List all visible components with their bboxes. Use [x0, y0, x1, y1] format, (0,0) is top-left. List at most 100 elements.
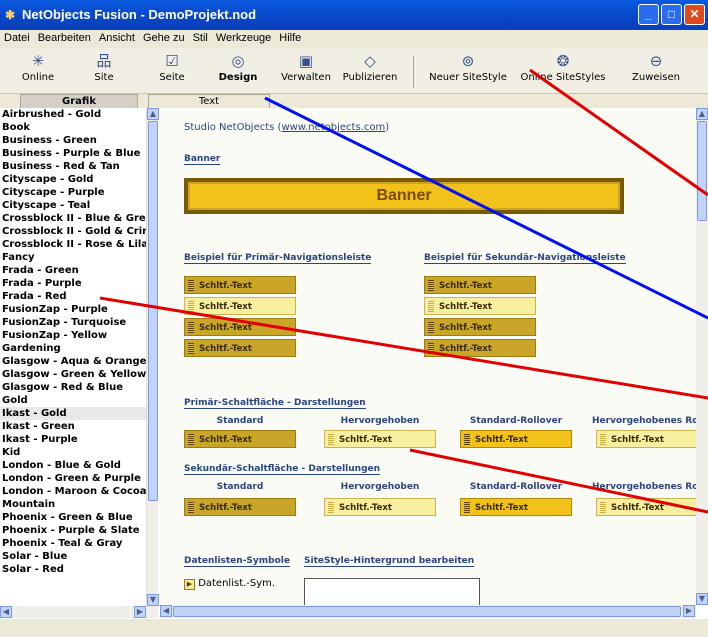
scroll-left-icon[interactable]: ◀: [160, 605, 172, 617]
palette-icon: ◎: [231, 52, 245, 70]
style-list-item[interactable]: Gardening: [0, 342, 146, 355]
online-button[interactable]: ✳ Online: [8, 50, 68, 83]
maximize-button[interactable]: □: [661, 4, 682, 25]
scroll-down-icon[interactable]: ▼: [147, 594, 159, 606]
secondary-states-heading: Sekundär-Schaltfläche - Darstellungen: [184, 464, 381, 475]
style-list-item[interactable]: Airbrushed - Gold: [0, 108, 146, 121]
style-list-item[interactable]: Frada - Red: [0, 290, 146, 303]
style-list-item[interactable]: Mountain: [0, 498, 146, 511]
style-list-item[interactable]: Ikast - Gold: [0, 407, 146, 420]
minimize-button[interactable]: _: [638, 4, 659, 25]
style-list-item[interactable]: London - Blue & Gold: [0, 459, 146, 472]
primary-nav-button[interactable]: Schltf.-Text: [184, 339, 296, 357]
menu-gehe-zu[interactable]: Gehe zu: [139, 30, 189, 46]
primary-standard-button[interactable]: Schltf.-Text: [184, 430, 296, 448]
style-list-item[interactable]: Glasgow - Green & Yellow: [0, 368, 146, 381]
style-list-item[interactable]: Crossblock II - Gold & Crimson: [0, 225, 146, 238]
secondary-standard-button[interactable]: Schltf.-Text: [184, 498, 296, 516]
neuer-sitestyle-button[interactable]: ⊚ Neuer SiteStyle: [428, 50, 508, 83]
status-bar: [0, 618, 708, 637]
secondary-nav-button[interactable]: Schltf.-Text: [424, 318, 536, 336]
list-scroll-thumb[interactable]: [148, 121, 158, 501]
banner-sample[interactable]: Banner: [184, 178, 624, 214]
style-list-item[interactable]: Ikast - Green: [0, 420, 146, 433]
menu-werkzeuge[interactable]: Werkzeuge: [212, 30, 275, 46]
scroll-down-icon[interactable]: ▼: [696, 593, 708, 605]
style-list-item[interactable]: London - Green & Purple: [0, 472, 146, 485]
list-vertical-scrollbar[interactable]: ▲ ▼: [146, 108, 159, 606]
secondary-nav-button[interactable]: Schltf.-Text: [424, 297, 536, 315]
style-list-item[interactable]: Gold: [0, 394, 146, 407]
style-list-item[interactable]: Solar - Blue: [0, 550, 146, 563]
style-list-item[interactable]: Phoenix - Green & Blue: [0, 511, 146, 524]
preview-scroll-thumb[interactable]: [697, 121, 707, 221]
menu-hilfe[interactable]: Hilfe: [275, 30, 305, 46]
style-list-item[interactable]: Frada - Purple: [0, 277, 146, 290]
style-list-item[interactable]: Book: [0, 121, 146, 134]
list-horizontal-scrollbar[interactable]: ◀ ▶: [0, 606, 158, 618]
style-list-item[interactable]: Business - Green: [0, 134, 146, 147]
publizieren-button[interactable]: ◇ Publizieren: [338, 50, 402, 83]
background-preview-box[interactable]: [304, 578, 480, 605]
studio-link[interactable]: www.netobjects.com: [281, 122, 385, 133]
primary-nav-button[interactable]: Schltf.-Text: [184, 297, 296, 315]
design-button[interactable]: ◎ Design: [208, 50, 268, 83]
style-list-item[interactable]: FusionZap - Purple: [0, 303, 146, 316]
site-button[interactable]: 品 Site: [74, 50, 134, 83]
style-list-item[interactable]: FusionZap - Yellow: [0, 329, 146, 342]
primary-nav-button[interactable]: Schltf.-Text: [184, 318, 296, 336]
style-list-item[interactable]: FusionZap - Turquoise: [0, 316, 146, 329]
menu-stil[interactable]: Stil: [189, 30, 212, 46]
menu-datei[interactable]: Datei: [0, 30, 34, 46]
datalist-symbol[interactable]: ▶ Datenlist.-Sym.: [184, 578, 275, 590]
menu-bearbeiten[interactable]: Bearbeiten: [34, 30, 95, 46]
main-toolbar: ✳ Online 品 Site ☑ Seite ◎ Design ▣ Verwalten …: [0, 48, 708, 94]
style-list-item[interactable]: Fancy: [0, 251, 146, 264]
style-list-item[interactable]: Solar - Red: [0, 563, 146, 576]
style-list-item[interactable]: Crossblock II - Blue & Green: [0, 212, 146, 225]
style-list-item[interactable]: Glasgow - Aqua & Orange: [0, 355, 146, 368]
style-list-item[interactable]: Kid: [0, 446, 146, 459]
style-list-item[interactable]: Business - Red & Tan: [0, 160, 146, 173]
scroll-right-icon[interactable]: ▶: [683, 605, 695, 617]
style-list-item[interactable]: London - Maroon & Cocoa: [0, 485, 146, 498]
style-list-item[interactable]: Ikast - Purple: [0, 433, 146, 446]
secondary-highlighted-rollover-button[interactable]: Schltf.-Text: [596, 498, 696, 516]
primary-nav-button[interactable]: Schltf.-Text: [184, 276, 296, 294]
style-list-item[interactable]: Cityscape - Teal: [0, 199, 146, 212]
sitestyle-list[interactable]: Airbrushed - Gold Book Business - Green Bus…: [0, 108, 146, 606]
close-button[interactable]: ✕: [684, 4, 705, 25]
style-list-item[interactable]: Cityscape - Purple: [0, 186, 146, 199]
style-list-item[interactable]: Phoenix - Teal & Gray: [0, 537, 146, 550]
online-sitestyles-button[interactable]: ❂ Online SiteStyles: [520, 50, 606, 83]
style-list-item[interactable]: Crossblock II - Rose & Lilac: [0, 238, 146, 251]
primary-highlighted-button[interactable]: Schltf.-Text: [324, 430, 436, 448]
style-list-item[interactable]: Business - Purple & Blue: [0, 147, 146, 160]
secondary-nav-button[interactable]: Schltf.-Text: [424, 339, 536, 357]
tab-text[interactable]: Text: [148, 94, 270, 108]
primary-rollover-button[interactable]: Schltf.-Text: [460, 430, 572, 448]
preview-vertical-scrollbar[interactable]: ▲ ▼: [696, 108, 708, 605]
scroll-up-icon[interactable]: ▲: [696, 108, 708, 120]
zuweisen-button[interactable]: ⊖ Zuweisen: [624, 50, 688, 83]
sec-state-rollover-label: Standard-Rollover: [469, 482, 563, 492]
style-list-item[interactable]: Phoenix - Purple & Slate: [0, 524, 146, 537]
preview-horizontal-scrollbar[interactable]: ◀ ▶: [160, 605, 696, 618]
secondary-highlighted-button[interactable]: Schltf.-Text: [324, 498, 436, 516]
menu-ansicht[interactable]: Ansicht: [95, 30, 139, 46]
scroll-right-icon[interactable]: ▶: [134, 606, 146, 618]
secondary-rollover-button[interactable]: Schltf.-Text: [460, 498, 572, 516]
seite-button[interactable]: ☑ Seite: [142, 50, 202, 83]
style-list-item[interactable]: Frada - Green: [0, 264, 146, 277]
style-list-item[interactable]: Cityscape - Gold: [0, 173, 146, 186]
scroll-left-icon[interactable]: ◀: [0, 606, 12, 618]
tab-grafik[interactable]: Grafik: [20, 94, 138, 108]
new-style-icon: ⊚: [461, 52, 475, 70]
preview-hscroll-thumb[interactable]: [173, 606, 681, 617]
primary-highlighted-rollover-button[interactable]: Schltf.-Text: [596, 430, 696, 448]
verwalten-button[interactable]: ▣ Verwalten: [276, 50, 336, 83]
style-list-item[interactable]: Glasgow - Red & Blue: [0, 381, 146, 394]
toolbar-separator: [413, 56, 414, 88]
scroll-up-icon[interactable]: ▲: [147, 108, 159, 120]
secondary-nav-button[interactable]: Schltf.-Text: [424, 276, 536, 294]
